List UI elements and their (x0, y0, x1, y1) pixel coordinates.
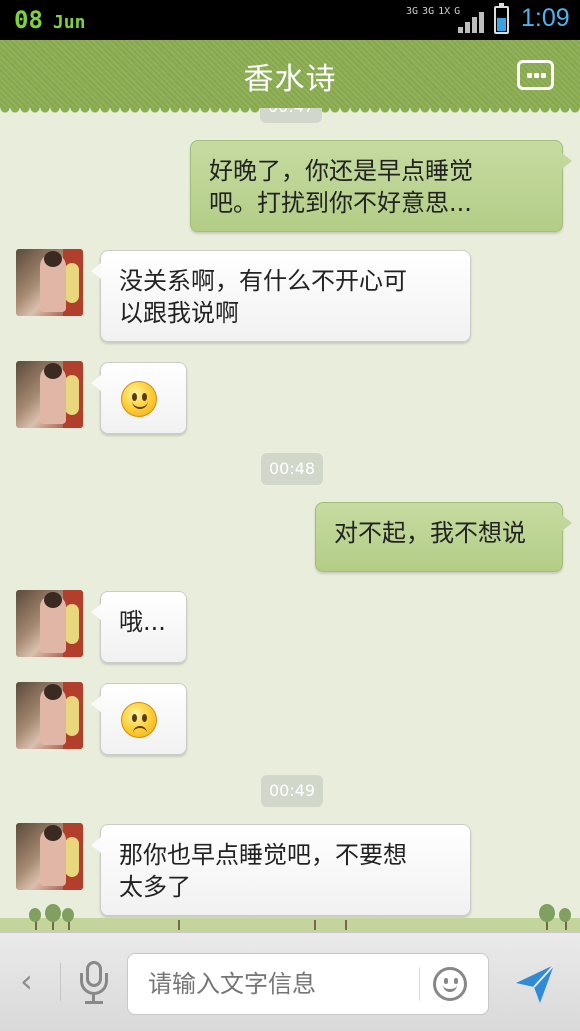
incoming-emoji-message[interactable] (91, 362, 187, 434)
message-line: 好晚了，你还是早点睡觉 (209, 157, 473, 185)
chat-header: 香水诗 (0, 40, 580, 114)
send-icon[interactable] (512, 961, 558, 1007)
outgoing-message[interactable]: 对不起，我不想说 (315, 502, 572, 572)
chevron-left-icon[interactable]: ‹ (20, 963, 33, 999)
network-3g-label: 3G (406, 6, 419, 17)
background-scenery (0, 892, 580, 932)
message-line: 对不起，我不想说 (334, 519, 526, 547)
message-line: 以跟我说啊 (119, 299, 239, 327)
status-date: 08 Jun (14, 6, 85, 34)
avatar[interactable] (16, 590, 83, 657)
network-1x-label: 1X (438, 6, 451, 17)
message-line: 没关系啊，有什么不开心可 (119, 267, 407, 295)
timestamp: 00:48 (261, 453, 324, 485)
avatar[interactable] (16, 249, 83, 316)
timestamp: 00:49 (261, 775, 324, 807)
battery-icon (494, 3, 509, 34)
incoming-emoji-message[interactable] (91, 683, 187, 755)
microphone-icon[interactable] (78, 961, 110, 1005)
input-bar: ‹ (0, 932, 580, 1031)
avatar[interactable] (16, 823, 83, 890)
message-list[interactable]: 00:47 好晚了，你还是早点睡觉 吧。打扰到你不好意思... 没关系啊，有什么… (0, 108, 580, 932)
chat-title: 香水诗 (243, 62, 337, 97)
sad-emoji-icon (121, 702, 157, 738)
avatar[interactable] (16, 361, 83, 428)
chat-menu-button[interactable] (517, 60, 554, 90)
smile-emoji-icon (121, 381, 157, 417)
emoji-icon[interactable] (433, 967, 467, 1001)
avatar[interactable] (16, 682, 83, 749)
battery-level (497, 17, 506, 31)
status-bar: 08 Jun 3G 3G 1X G 1:09 (0, 0, 580, 40)
chat-screen: 08 Jun 3G 3G 1X G 1:09 香水诗 00:47 好晚了，你还是… (0, 0, 580, 1031)
message-line: 吧。打扰到你不好意思... (209, 189, 472, 217)
signal-strength-icon (458, 11, 486, 33)
status-month: Jun (52, 12, 86, 33)
message-line: 哦... (119, 608, 166, 636)
divider (419, 967, 420, 1001)
divider (60, 963, 61, 1001)
network-3g-label: 3G (422, 6, 435, 17)
message-line: 那你也早点睡觉吧，不要想 (119, 841, 407, 869)
status-time: 1:09 (521, 4, 570, 32)
outgoing-message[interactable]: 好晚了，你还是早点睡觉 吧。打扰到你不好意思... (190, 140, 572, 232)
network-indicators: 3G 3G 1X G (406, 6, 460, 18)
timestamp: 00:47 (260, 108, 323, 123)
status-day: 08 (14, 6, 43, 34)
incoming-message[interactable]: 哦... (91, 591, 187, 663)
incoming-message[interactable]: 没关系啊，有什么不开心可 以跟我说啊 (91, 250, 471, 342)
